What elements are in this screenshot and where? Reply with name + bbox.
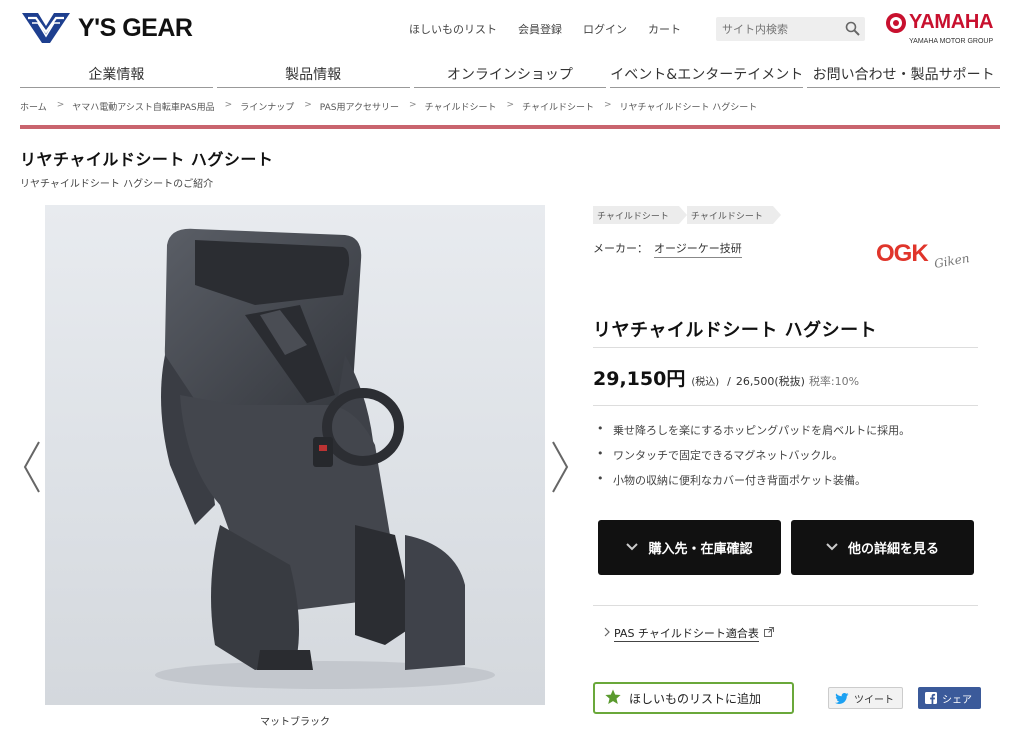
product-image xyxy=(45,205,545,705)
login-link[interactable]: ログイン xyxy=(583,21,627,37)
chevron-down-icon xyxy=(826,540,838,555)
wishlist-link[interactable]: ほしいものリスト xyxy=(409,21,497,37)
nav-products[interactable]: 製品情報 xyxy=(216,58,410,88)
price-tax-excluded: 26,500(税抜) xyxy=(735,375,805,388)
breadcrumb-lineup[interactable]: ラインナップ xyxy=(240,100,294,113)
star-icon xyxy=(605,689,621,708)
yamaha-logo[interactable]: YAMAHA YAMAHA MOTOR GROUP xyxy=(885,11,1001,47)
accent-divider xyxy=(20,125,1000,129)
divider xyxy=(593,605,978,606)
facebook-icon xyxy=(925,692,937,704)
maker-link[interactable]: オージーケー技研 xyxy=(654,240,742,258)
facebook-share-button[interactable]: シェア xyxy=(918,687,981,709)
category-tag[interactable]: チャイルドシート xyxy=(593,206,687,224)
page-title: リヤチャイルドシート ハグシート xyxy=(20,150,274,169)
breadcrumb-child-seat-1[interactable]: チャイルドシート xyxy=(425,100,497,113)
divider xyxy=(593,347,978,348)
tweet-button[interactable]: ツイート xyxy=(828,687,903,709)
stock-check-button[interactable]: 購入先・在庫確認 xyxy=(598,520,781,575)
breadcrumb-separator-icon: > xyxy=(603,100,612,110)
product-name: リヤチャイルドシート ハグシート xyxy=(593,320,878,341)
breadcrumb-separator-icon: > xyxy=(224,100,233,110)
ogk-wordmark: OGK xyxy=(876,240,929,267)
search-input[interactable] xyxy=(716,17,838,41)
stock-check-label: 購入先・在庫確認 xyxy=(648,542,753,557)
cart-link[interactable]: カート xyxy=(648,21,681,37)
breadcrumb-separator-icon: > xyxy=(56,100,65,110)
chevron-right-icon xyxy=(604,627,610,640)
nav-online-shop[interactable]: オンラインショップ xyxy=(413,58,607,88)
register-link[interactable]: 会員登録 xyxy=(518,21,562,37)
chevron-down-icon xyxy=(626,540,639,555)
search-icon[interactable] xyxy=(845,21,860,40)
feature-item: 小物の収納に便利なカバー付き背面ポケット装備。 xyxy=(597,472,910,488)
color-caption: マットブラック xyxy=(260,717,330,728)
tweet-label: ツイート xyxy=(854,694,894,706)
breadcrumb-separator-icon: > xyxy=(304,100,312,110)
breadcrumb-home[interactable]: ホーム xyxy=(20,100,47,113)
page-subtitle: リヤチャイルドシート ハグシートのご紹介 xyxy=(20,179,214,190)
site-search xyxy=(716,17,865,41)
compat-table-link[interactable]: PAS チャイルドシート適合表 xyxy=(604,625,774,642)
nav-support[interactable]: お問い合わせ・製品サポート xyxy=(807,58,1000,88)
ysgear-logo[interactable]: Y'S GEAR xyxy=(20,10,193,46)
main-nav: 企業情報 製品情報 オンラインショップ イベント&エンターテイメント お問い合わ… xyxy=(20,58,1000,88)
facebook-share-label: シェア xyxy=(942,694,972,706)
price-separator: / xyxy=(727,375,731,388)
compat-link-text: PAS チャイルドシート適合表 xyxy=(614,627,759,642)
breadcrumb-child-seat-2[interactable]: チャイルドシート xyxy=(522,100,594,113)
gallery-next-arrow-icon[interactable] xyxy=(550,440,570,498)
external-link-icon xyxy=(763,627,774,640)
ysgear-emblem-icon xyxy=(22,13,70,43)
feature-list: 乗せ降ろしを楽にするホッピングパッドを肩ベルトに採用。 ワンタッチで固定できるマ… xyxy=(597,422,910,497)
category-tag[interactable]: チャイルドシート xyxy=(686,206,781,224)
more-details-button[interactable]: 他の詳細を見る xyxy=(791,520,974,575)
giken-wordmark: Giken xyxy=(933,251,971,271)
breadcrumb-separator-icon: > xyxy=(506,100,515,110)
feature-item: ワンタッチで固定できるマグネットバックル。 xyxy=(597,447,910,463)
price-tax-included: 29,150円 xyxy=(593,368,686,390)
more-details-label: 他の詳細を見る xyxy=(847,542,939,557)
maker-info: メーカー： オージーケー技研 xyxy=(593,240,742,258)
feature-item: 乗せ降ろしを楽にするホッピングパッドを肩ベルトに採用。 xyxy=(597,422,910,438)
gallery-prev-arrow-icon[interactable] xyxy=(22,440,42,498)
utility-nav: ほしいものリスト 会員登録 ログイン カート xyxy=(409,21,702,37)
divider xyxy=(593,405,978,406)
breadcrumb-pas-accessory[interactable]: PAS用アクセサリー xyxy=(320,100,399,113)
yamaha-tagline: YAMAHA MOTOR GROUP xyxy=(909,38,994,45)
wishlist-label: ほしいものリストに追加 xyxy=(629,691,762,706)
twitter-icon xyxy=(835,692,849,704)
tax-rate: 税率:10% xyxy=(808,375,860,388)
breadcrumb: ホーム > ヤマハ電動アシスト自転車PAS用品 > ラインナップ > PAS用ア… xyxy=(20,100,757,113)
category-tags: チャイルドシート チャイルドシート xyxy=(593,206,781,224)
tax-included-label: (税込) xyxy=(691,377,720,388)
ogk-giken-logo: OGK Giken xyxy=(876,240,980,280)
nav-events[interactable]: イベント&エンターテイメント xyxy=(610,58,804,88)
child-seat-illustration xyxy=(155,228,495,689)
breadcrumb-pas-goods[interactable]: ヤマハ電動アシスト自転車PAS用品 xyxy=(72,100,214,113)
yamaha-wordmark: YAMAHA xyxy=(909,11,994,33)
maker-label: メーカー： xyxy=(593,242,648,255)
yamaha-tuning-fork-icon xyxy=(886,13,906,33)
ysgear-logo-text: Y'S GEAR xyxy=(78,13,193,42)
price-block: 29,150円 (税込) / 26,500(税抜) 税率:10% xyxy=(593,364,859,391)
breadcrumb-current: リヤチャイルドシート ハグシート xyxy=(619,103,758,113)
nav-company[interactable]: 企業情報 xyxy=(20,58,213,88)
add-to-wishlist-button[interactable]: ほしいものリストに追加 xyxy=(593,682,794,714)
breadcrumb-separator-icon: > xyxy=(409,100,417,110)
